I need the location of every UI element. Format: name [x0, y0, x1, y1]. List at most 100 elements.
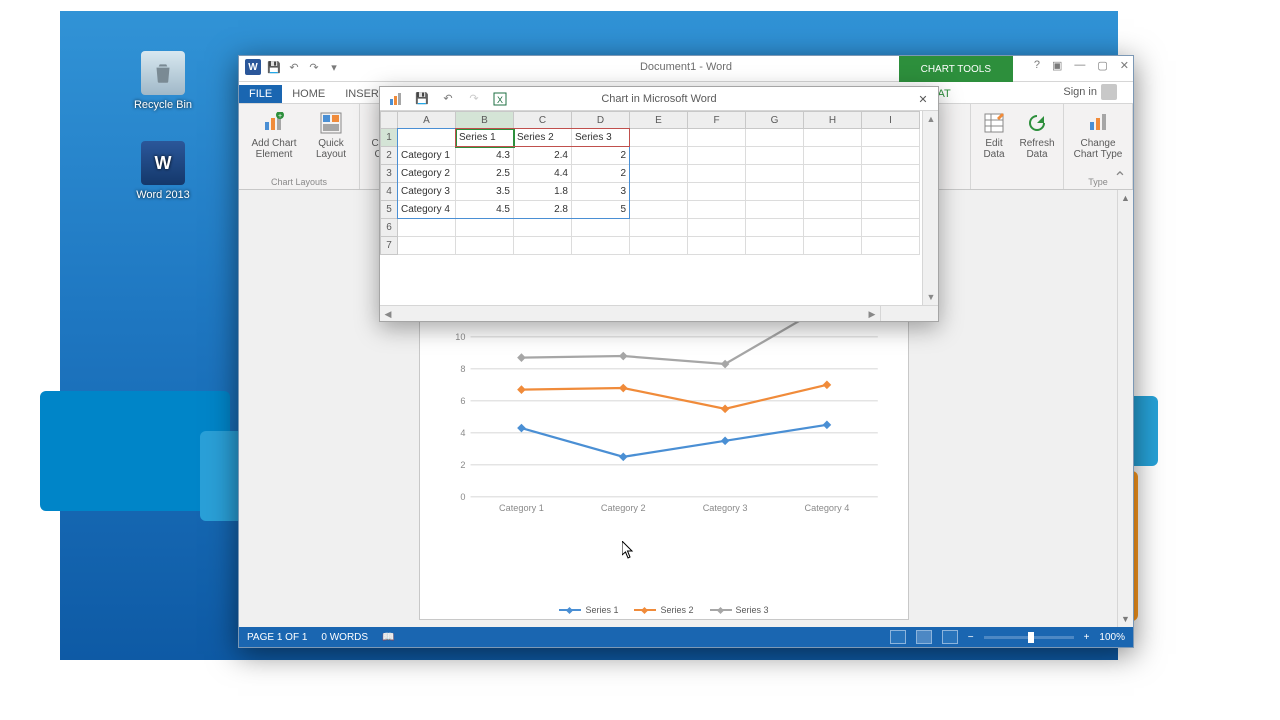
cell[interactable]: [746, 219, 804, 237]
row-header[interactable]: 3: [380, 165, 398, 183]
edit-data-button[interactable]: Edit Data: [979, 110, 1009, 160]
cell[interactable]: [688, 237, 746, 255]
col-header[interactable]: A: [398, 111, 456, 129]
sign-in[interactable]: Sign in: [1053, 81, 1127, 103]
cell[interactable]: [630, 237, 688, 255]
legend-series3[interactable]: .legend-item:nth-child(3) .lswatch::afte…: [710, 605, 769, 615]
close-icon[interactable]: ✕: [1120, 59, 1129, 72]
print-layout-icon[interactable]: [916, 630, 932, 644]
cell[interactable]: [514, 237, 572, 255]
ribbon-options-icon[interactable]: ▣: [1052, 59, 1062, 72]
zoom-out-icon[interactable]: −: [968, 632, 974, 643]
cell[interactable]: [688, 165, 746, 183]
cell[interactable]: [688, 219, 746, 237]
change-chart-type-button[interactable]: Change Chart Type: [1072, 110, 1124, 160]
add-chart-element-button[interactable]: + Add Chart Element: [247, 110, 301, 160]
cell[interactable]: [630, 165, 688, 183]
cell[interactable]: [572, 237, 630, 255]
cell[interactable]: [804, 165, 862, 183]
web-layout-icon[interactable]: [942, 630, 958, 644]
cell[interactable]: [804, 129, 862, 147]
minimize-icon[interactable]: —: [1074, 59, 1085, 72]
cell[interactable]: [688, 201, 746, 219]
col-header[interactable]: F: [688, 111, 746, 129]
read-mode-icon[interactable]: [890, 630, 906, 644]
cell[interactable]: [398, 219, 456, 237]
row-header[interactable]: 1: [380, 129, 398, 147]
zoom-level[interactable]: 100%: [1099, 632, 1125, 643]
cell[interactable]: [862, 147, 920, 165]
cell[interactable]: [630, 183, 688, 201]
zoom-slider[interactable]: [984, 636, 1074, 639]
col-header[interactable]: I: [862, 111, 920, 129]
cell[interactable]: [746, 147, 804, 165]
row-header[interactable]: 4: [380, 183, 398, 201]
ds-scroll-down-icon[interactable]: ▼: [923, 289, 939, 305]
cell[interactable]: [514, 219, 572, 237]
cell[interactable]: [688, 183, 746, 201]
collapse-ribbon-icon[interactable]: ⌃: [1113, 171, 1127, 185]
help-icon[interactable]: ?: [1034, 59, 1040, 72]
ds-scroll-left-icon[interactable]: ◀: [380, 306, 396, 322]
cell[interactable]: [746, 237, 804, 255]
tab-file[interactable]: FILE: [239, 85, 282, 103]
cell[interactable]: [862, 201, 920, 219]
cell[interactable]: [862, 237, 920, 255]
col-header[interactable]: B: [456, 111, 514, 129]
cell[interactable]: [398, 237, 456, 255]
scroll-up-icon[interactable]: ▲: [1118, 190, 1133, 206]
ds-scroll-up-icon[interactable]: ▲: [923, 111, 939, 127]
cell[interactable]: [862, 129, 920, 147]
cell[interactable]: [804, 147, 862, 165]
cell[interactable]: [746, 201, 804, 219]
row-header[interactable]: 2: [380, 147, 398, 165]
vertical-scrollbar[interactable]: ▲ ▼: [1117, 190, 1133, 627]
cell[interactable]: [862, 183, 920, 201]
chart-legend[interactable]: .legend-item:nth-child(1) .lswatch::afte…: [420, 605, 908, 615]
row-header[interactable]: 7: [380, 237, 398, 255]
cell[interactable]: [688, 147, 746, 165]
ds-hscroll[interactable]: ◀ ▶: [380, 305, 938, 321]
cell[interactable]: [456, 237, 514, 255]
cell[interactable]: [746, 165, 804, 183]
cell[interactable]: [630, 201, 688, 219]
maximize-icon[interactable]: ▢: [1097, 59, 1107, 72]
status-page[interactable]: PAGE 1 OF 1: [247, 632, 307, 643]
refresh-data-button[interactable]: Refresh Data: [1019, 110, 1055, 160]
data-grid[interactable]: ABCDEFGHI1Series 1Series 2Series 32Categ…: [380, 111, 938, 305]
row-header[interactable]: 6: [380, 219, 398, 237]
cell[interactable]: [804, 183, 862, 201]
row-header[interactable]: 5: [380, 201, 398, 219]
cell[interactable]: [862, 165, 920, 183]
tab-home[interactable]: HOME: [282, 85, 335, 103]
ds-vscroll[interactable]: ▲ ▼: [922, 111, 938, 305]
cell[interactable]: [804, 201, 862, 219]
proofing-icon[interactable]: 📖: [382, 632, 394, 643]
col-header[interactable]: E: [630, 111, 688, 129]
cell[interactable]: [630, 147, 688, 165]
col-header[interactable]: C: [514, 111, 572, 129]
cell[interactable]: [804, 219, 862, 237]
scroll-down-icon[interactable]: ▼: [1118, 611, 1133, 627]
ds-scroll-right-icon[interactable]: ▶: [864, 306, 880, 322]
zoom-in-icon[interactable]: +: [1084, 632, 1090, 643]
ds-close-icon[interactable]: ✕: [914, 90, 932, 108]
legend-series2[interactable]: .legend-item:nth-child(2) .lswatch::afte…: [634, 605, 693, 615]
cell[interactable]: [456, 219, 514, 237]
cell[interactable]: [688, 129, 746, 147]
legend-series1[interactable]: .legend-item:nth-child(1) .lswatch::afte…: [559, 605, 618, 615]
col-header[interactable]: G: [746, 111, 804, 129]
cell[interactable]: [572, 219, 630, 237]
cell[interactable]: [630, 129, 688, 147]
quick-layout-button[interactable]: Quick Layout: [311, 110, 351, 160]
cell[interactable]: [746, 129, 804, 147]
recycle-bin[interactable]: Recycle Bin: [128, 51, 198, 111]
cell[interactable]: [804, 237, 862, 255]
word-shortcut[interactable]: W Word 2013: [128, 141, 198, 201]
cell[interactable]: [862, 219, 920, 237]
col-header[interactable]: D: [572, 111, 630, 129]
cell[interactable]: [746, 183, 804, 201]
status-words[interactable]: 0 WORDS: [321, 632, 368, 643]
col-header[interactable]: H: [804, 111, 862, 129]
cell[interactable]: [630, 219, 688, 237]
